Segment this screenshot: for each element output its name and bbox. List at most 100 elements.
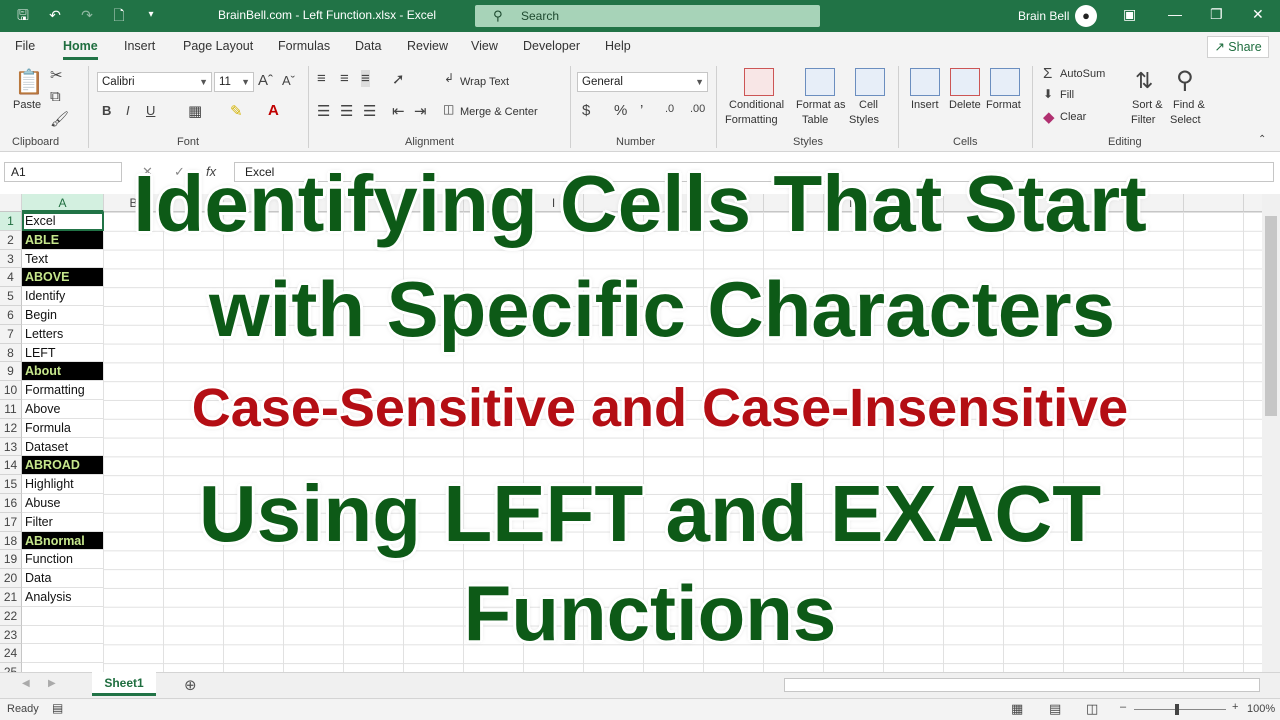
column-header[interactable] [344, 194, 404, 212]
align-center-icon[interactable]: ☰ [340, 102, 353, 120]
format-as-table-icon[interactable] [805, 68, 835, 96]
tab-help[interactable]: Help [605, 39, 631, 53]
delete-cells-button[interactable]: Delete [949, 99, 981, 111]
cell-a14[interactable]: ABROAD [22, 456, 104, 476]
avatar[interactable]: ● [1075, 5, 1097, 27]
column-header[interactable] [284, 194, 344, 212]
paste-icon[interactable]: 📋 [14, 68, 44, 96]
zoom-level[interactable]: 100% [1247, 703, 1275, 715]
format-as-table-button[interactable]: Format as [796, 99, 846, 111]
cell-a6[interactable]: Begin [22, 306, 104, 325]
row-header[interactable]: 15 [0, 475, 22, 494]
page-layout-view-icon[interactable]: ▤ [1049, 701, 1061, 717]
format-cells-icon[interactable] [990, 68, 1020, 96]
tab-formulas[interactable]: Formulas [278, 39, 330, 53]
column-header[interactable] [704, 194, 764, 212]
row-header[interactable]: 2 [0, 230, 22, 250]
worksheet-grid[interactable]: A B I M N 1 Excel 2 ABLE 3 Text 4 ABOVE 5 Identif… [0, 194, 1280, 672]
tab-home[interactable]: Home [63, 39, 98, 60]
column-header[interactable]: A [22, 194, 104, 212]
cell-a11[interactable]: Above [22, 400, 104, 419]
column-header[interactable]: I [524, 194, 584, 212]
cell-a23[interactable] [22, 625, 104, 645]
row-header[interactable]: 3 [0, 249, 22, 269]
cell-styles-button-line2[interactable]: Styles [849, 114, 879, 126]
find-select-button[interactable]: Find & [1173, 99, 1205, 111]
autosum-button[interactable]: AutoSum [1060, 68, 1105, 80]
sheet-tab[interactable]: Sheet1 [92, 672, 156, 696]
column-header[interactable] [1184, 194, 1244, 212]
scroll-right-icon[interactable]: ▶ [48, 678, 56, 689]
wrap-text-button[interactable]: Wrap Text [460, 76, 509, 88]
cell-a1[interactable]: Excel [22, 212, 104, 231]
row-header[interactable]: 24 [0, 644, 22, 664]
cell-a2[interactable]: ABLE [22, 230, 104, 250]
cut-icon[interactable]: ✂ [50, 66, 63, 84]
zoom-slider-thumb[interactable] [1175, 704, 1179, 715]
tab-page-layout[interactable]: Page Layout [183, 39, 253, 53]
column-header[interactable] [464, 194, 524, 212]
row-header[interactable]: 23 [0, 625, 22, 645]
italic-icon[interactable]: I [126, 103, 130, 118]
horizontal-scrollbar[interactable] [784, 678, 1260, 692]
column-header[interactable] [944, 194, 1004, 212]
zoom-in-icon[interactable]: + [1232, 701, 1238, 713]
find-select-icon[interactable]: ⚲ [1176, 66, 1194, 95]
formula-input[interactable]: Excel [234, 162, 1274, 182]
align-middle-icon[interactable]: ≡ [340, 70, 349, 87]
cell-a13[interactable]: Dataset [22, 437, 104, 457]
scroll-left-icon[interactable]: ◀ [22, 678, 30, 689]
cell-a5[interactable]: Identify [22, 287, 104, 306]
row-header[interactable]: 7 [0, 324, 22, 344]
conditional-formatting-button[interactable]: Conditional [729, 99, 784, 111]
cell-a18[interactable]: ABnormal [22, 531, 104, 551]
row-header[interactable]: 8 [0, 343, 22, 363]
insert-cells-icon[interactable] [910, 68, 940, 96]
cell-a4[interactable]: ABOVE [22, 268, 104, 288]
row-header[interactable]: 14 [0, 456, 22, 476]
insert-cells-button[interactable]: Insert [911, 99, 939, 111]
normal-view-icon[interactable]: ▦ [1011, 701, 1023, 717]
column-header[interactable] [1064, 194, 1124, 212]
format-painter-icon[interactable]: 🖌 [50, 110, 69, 128]
column-header[interactable] [164, 194, 224, 212]
tab-insert[interactable]: Insert [124, 39, 155, 53]
increase-indent-icon[interactable]: ⇥ [414, 102, 427, 120]
share-button[interactable]: ↗ Share [1207, 36, 1269, 58]
cell-a17[interactable]: Filter [22, 512, 104, 532]
row-header[interactable]: 20 [0, 569, 22, 588]
column-header[interactable] [1004, 194, 1064, 212]
sort-filter-button[interactable]: Sort & [1132, 99, 1163, 111]
percent-icon[interactable]: % [614, 102, 627, 119]
currency-icon[interactable]: $ [582, 102, 590, 119]
redo-icon[interactable]: ↷ [78, 6, 96, 24]
cell-styles-button[interactable]: Cell [859, 99, 878, 111]
ribbon-display-icon[interactable]: ▣ [1123, 6, 1136, 23]
font-name-select[interactable]: Calibri ▼ [97, 72, 212, 92]
align-top-icon[interactable]: ≡ [317, 70, 326, 87]
row-header[interactable]: 12 [0, 418, 22, 438]
increase-font-icon[interactable]: Aˆ [258, 72, 273, 89]
column-header[interactable] [224, 194, 284, 212]
cell-a19[interactable]: Function [22, 550, 104, 570]
cell-a8[interactable]: LEFT [22, 343, 104, 363]
column-header[interactable] [884, 194, 944, 212]
save-icon[interactable]: 🖫 [14, 6, 32, 24]
collapse-ribbon-icon[interactable]: ⌃ [1258, 134, 1266, 145]
tab-review[interactable]: Review [407, 39, 448, 53]
row-header[interactable]: 25 [0, 663, 22, 672]
conditional-formatting-button-line2[interactable]: Formatting [725, 114, 778, 126]
fill-color-icon[interactable]: ✎ [230, 102, 243, 120]
name-box[interactable]: A1 [4, 162, 122, 182]
row-header[interactable]: 19 [0, 550, 22, 570]
clear-button[interactable]: Clear [1060, 111, 1086, 123]
decrease-font-icon[interactable]: Aˇ [282, 73, 295, 88]
column-header[interactable] [584, 194, 644, 212]
customize-qat-icon[interactable]: ▾ [142, 6, 160, 24]
cell-a7[interactable]: Letters [22, 324, 104, 344]
cell-a16[interactable]: Abuse [22, 494, 104, 513]
borders-icon[interactable]: ▦ [188, 102, 202, 120]
tab-file[interactable]: File [15, 39, 35, 53]
search-box[interactable]: ⚲ Search [475, 5, 820, 27]
row-header[interactable]: 16 [0, 494, 22, 513]
